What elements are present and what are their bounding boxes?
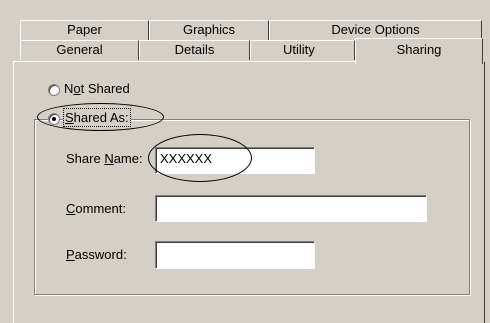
tab-label: General <box>56 42 103 57</box>
label-part: N <box>64 81 74 96</box>
tab-label: Graphics <box>182 22 236 37</box>
tab-label: Details <box>174 42 215 57</box>
mnemonic: o <box>73 81 81 96</box>
mnemonic: S <box>65 110 74 125</box>
label-part: Share <box>66 151 105 166</box>
label-part: t Shared <box>80 81 130 96</box>
tab-label: Utility <box>283 42 315 57</box>
tab-device-options[interactable]: Device Options <box>269 20 482 40</box>
share-name-value: XXXXXX <box>160 151 213 166</box>
label-part: assword: <box>74 247 127 262</box>
tab-details[interactable]: Details <box>139 40 250 60</box>
radio-selected-dot <box>52 117 56 121</box>
panel-top-border-left <box>13 61 355 62</box>
comment-label: Comment: <box>66 201 126 216</box>
comment-input[interactable] <box>155 195 427 222</box>
share-name-input[interactable]: XXXXXX <box>155 147 315 174</box>
tab-graphics[interactable]: Graphics <box>149 20 269 40</box>
tab-label: Paper <box>67 22 102 37</box>
tab-sharing[interactable]: Sharing <box>355 38 483 64</box>
mnemonic: P <box>66 247 75 262</box>
tab-utility[interactable]: Utility <box>250 40 355 60</box>
label-part: omment: <box>75 201 126 216</box>
not-shared-radio[interactable] <box>48 84 60 96</box>
password-input[interactable] <box>155 241 315 269</box>
mnemonic: C <box>66 201 76 216</box>
tab-paper[interactable]: Paper <box>20 20 149 40</box>
tab-label: Sharing <box>396 42 442 57</box>
tab-general[interactable]: General <box>20 40 139 60</box>
label-part: ame: <box>113 151 143 166</box>
tab-label: Device Options <box>331 22 420 37</box>
not-shared-label[interactable]: Not Shared <box>64 81 130 96</box>
shared-as-radio[interactable] <box>48 113 60 125</box>
mnemonic: N <box>104 151 114 166</box>
password-label: Password: <box>66 247 127 262</box>
label-part: hared As: <box>73 110 129 125</box>
shared-as-label[interactable]: Shared As: <box>63 108 131 127</box>
share-name-label: Share Name: <box>66 151 143 166</box>
shared-as-focus: Shared As: <box>63 108 131 127</box>
